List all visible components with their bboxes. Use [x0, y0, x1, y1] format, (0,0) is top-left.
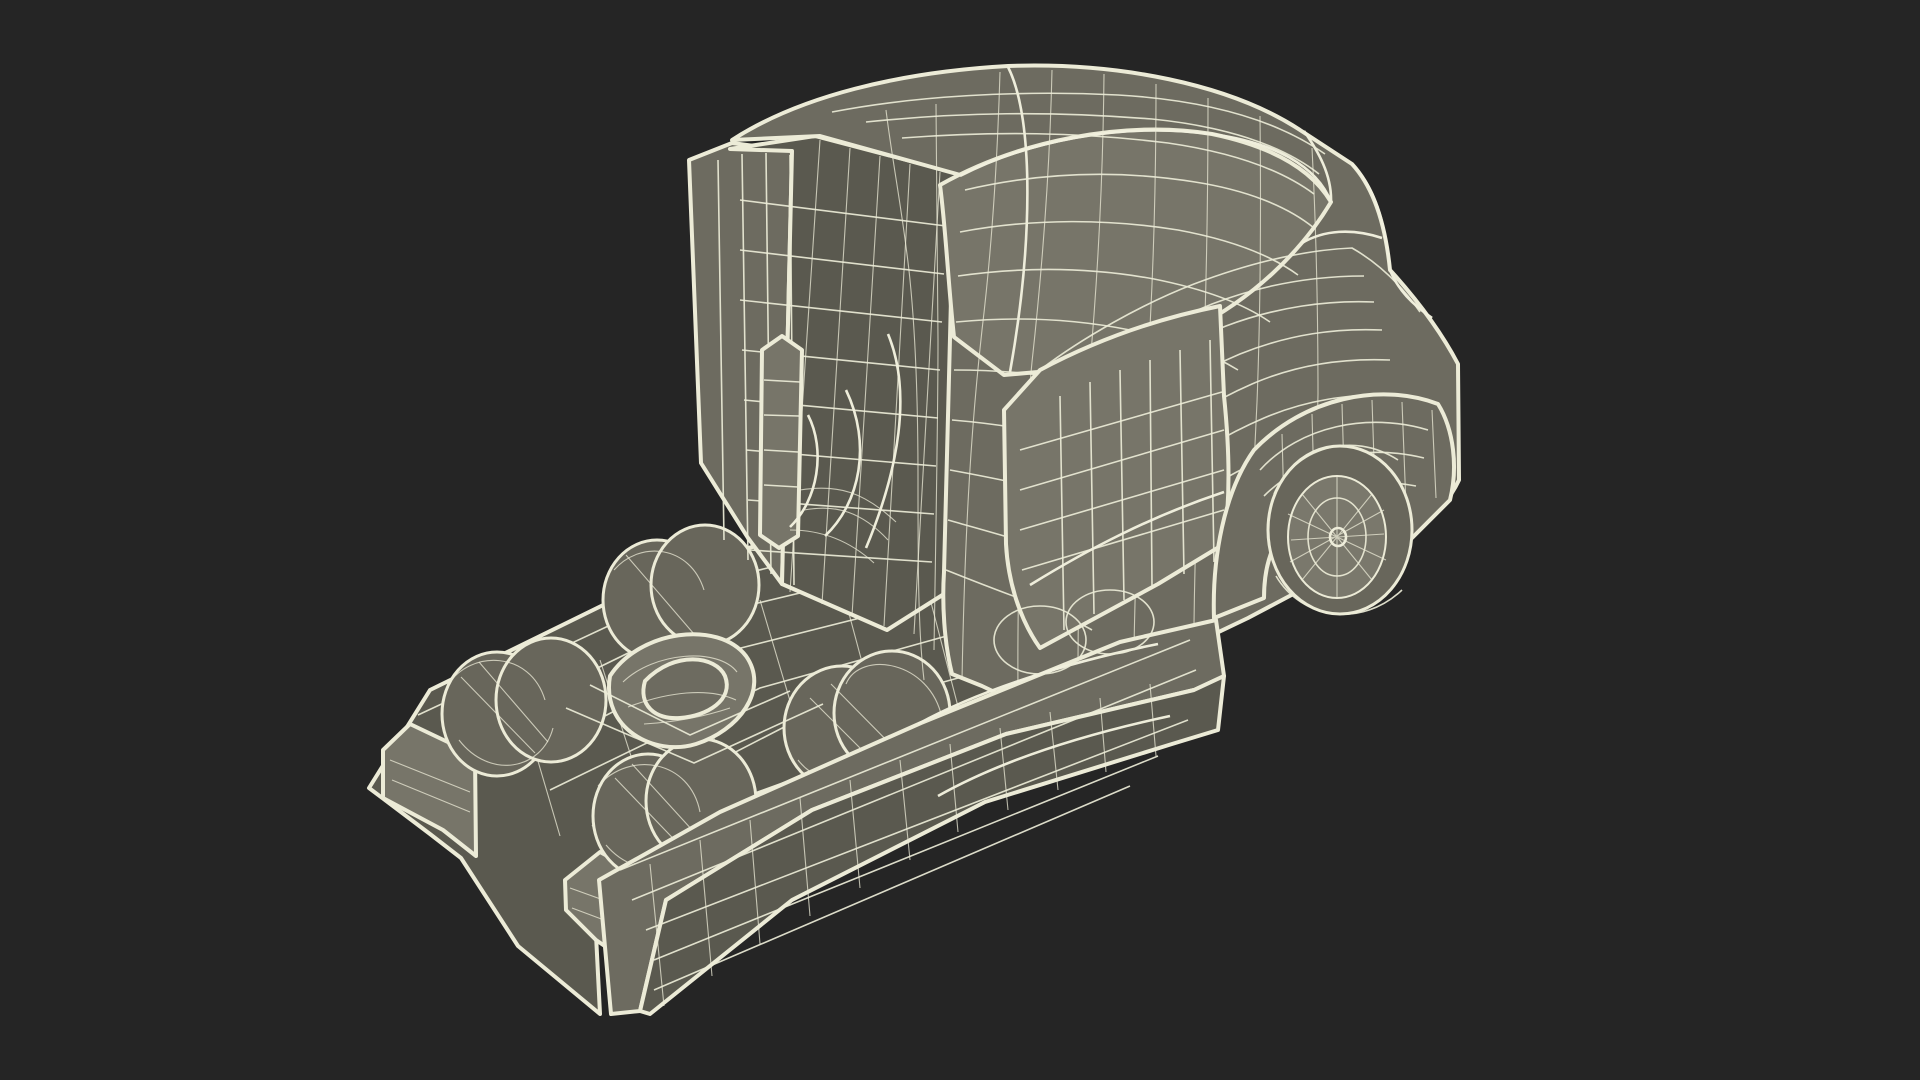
truck-wireframe-model — [367, 63, 1461, 1016]
front-wheel — [1266, 444, 1414, 616]
render-viewport — [0, 0, 1920, 1080]
